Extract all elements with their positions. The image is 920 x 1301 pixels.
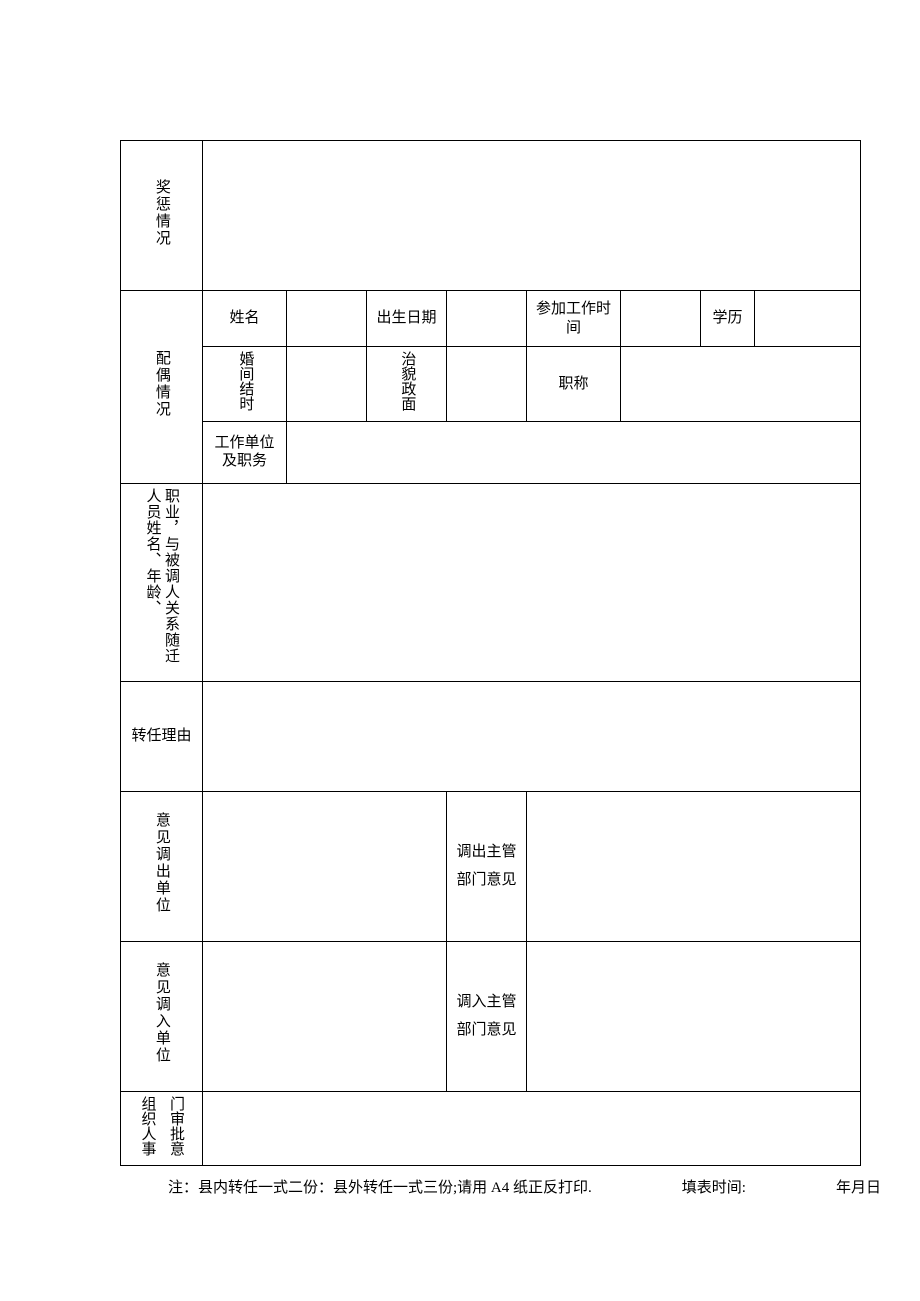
footer-note: 注：县内转任一式二份：县外转任一式三份;请用 A4 纸正反打印. [168, 1176, 592, 1197]
spouse-work-unit-label: 工作单位及职务 [203, 421, 287, 483]
spouse-work-start-value [621, 291, 701, 347]
award-value [203, 141, 861, 291]
spouse-birth-value [447, 291, 527, 347]
spouse-section-label: 配偶情况 [121, 291, 203, 484]
org-value [203, 1091, 861, 1165]
spouse-name-value [287, 291, 367, 347]
reason-label: 转任理由 [121, 681, 203, 791]
opinion-out-dept-value [527, 791, 861, 941]
footer: 注：县内转任一式二份：县外转任一式三份;请用 A4 纸正反打印. 填表时间: 年… [168, 1176, 868, 1197]
opinion-in-unit-value [203, 941, 447, 1091]
spouse-marriage-time-value [287, 347, 367, 422]
spouse-title-label: 职称 [527, 347, 621, 422]
opinion-out-unit-label: 意见调出单位 [121, 791, 203, 941]
spouse-title-value [621, 347, 861, 422]
spouse-edu-label: 学历 [701, 291, 755, 347]
follow-label: 人员姓名、年龄、 职业，与被调人关系随迁 [121, 483, 203, 681]
opinion-out-unit-value [203, 791, 447, 941]
spouse-edu-value [755, 291, 861, 347]
follow-value [203, 483, 861, 681]
form-table: 奖惩情况 配偶情况 姓名 出生日期 参加工作时间 学历 婚间结时 治貌政面 职称… [120, 140, 861, 1166]
opinion-in-dept-value [527, 941, 861, 1091]
spouse-political-label: 治貌政面 [367, 347, 447, 422]
spouse-political-value [447, 347, 527, 422]
award-label: 奖惩情况 [121, 141, 203, 291]
spouse-marriage-time-label: 婚间结时 [203, 347, 287, 422]
footer-date: 年月日 [836, 1176, 881, 1197]
spouse-name-label: 姓名 [203, 291, 287, 347]
opinion-out-dept-label: 调出主管部门意见 [447, 791, 527, 941]
spouse-work-start-label: 参加工作时间 [527, 291, 621, 347]
opinion-in-unit-label: 意见调入单位 [121, 941, 203, 1091]
spouse-work-unit-value [287, 421, 861, 483]
reason-value [203, 681, 861, 791]
page: 奖惩情况 配偶情况 姓名 出生日期 参加工作时间 学历 婚间结时 治貌政面 职称… [0, 0, 920, 1301]
org-label: 组织人事 门审批意 [121, 1091, 203, 1165]
spouse-birth-label: 出生日期 [367, 291, 447, 347]
footer-fill-label: 填表时间: [682, 1176, 746, 1197]
opinion-in-dept-label: 调入主管部门意见 [447, 941, 527, 1091]
